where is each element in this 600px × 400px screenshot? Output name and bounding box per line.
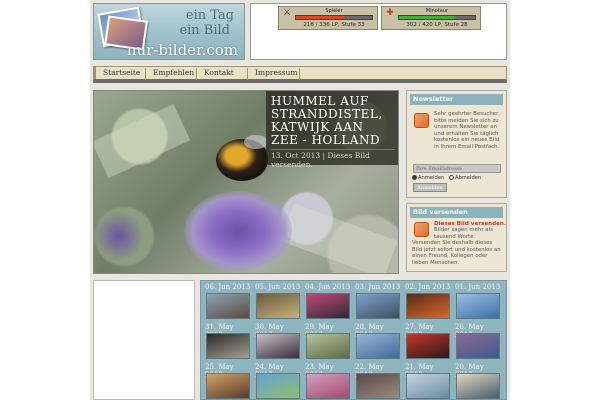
logo-text-line2: ein Bild (179, 23, 230, 38)
gallery-thumbnail[interactable] (256, 373, 300, 399)
gallery-thumbnail[interactable] (256, 293, 300, 319)
send-image-header: Bild versenden (410, 207, 503, 218)
send-image-description: Versenden Sie deshalb dieses Bild jetzt … (412, 240, 501, 266)
enemy-health-fill (399, 16, 454, 19)
gallery-thumbnail[interactable] (406, 293, 450, 319)
gallery-item[interactable]: 02. Jun 2013 (405, 282, 451, 321)
send-image-text: Bilder sagen mehr als tausend Worte. (434, 227, 493, 240)
gallery-thumbnail[interactable] (306, 373, 350, 399)
logo-site-name: nur-bilder.com (126, 41, 238, 59)
gallery-item[interactable]: 25. May 2013 (205, 362, 251, 400)
rss-icon (414, 113, 429, 128)
player-health-fill (296, 16, 346, 19)
gallery-thumbnail[interactable] (456, 293, 500, 319)
gallery-item[interactable]: 06. Jun 2013 (205, 282, 251, 321)
gallery-item[interactable]: 22. May 2013 (355, 362, 401, 400)
gallery-thumbnail[interactable] (206, 373, 250, 399)
enemy-name: Minotaur (425, 8, 449, 14)
featured-image[interactable]: HUMMEL AUF STRANDDISTEL, KATWIJK AAN ZEE… (93, 90, 399, 274)
newsletter-email-input[interactable]: Ihre Emailadresse (413, 164, 501, 173)
gallery-thumbnail[interactable] (456, 333, 500, 359)
gallery-thumbnail[interactable] (256, 333, 300, 359)
hero-caption: HUMMEL AUF STRANDDISTEL, KATWIJK AAN ZEE… (266, 91, 398, 169)
image-archive-gallery: 06. Jun 2013 05. Jun 2013 04. Jun 2013 03. … (200, 280, 507, 400)
gallery-item-date[interactable]: 03. Jun 2013 (355, 283, 401, 291)
send-image-box: Bild versenden Dieses Bild versenden. Bi… (406, 203, 507, 272)
gallery-item[interactable]: 20. May 2013 (455, 362, 501, 400)
gallery-item[interactable]: 24. May 2013 (255, 362, 301, 400)
gallery-item-date[interactable]: 06. Jun 2013 (205, 283, 251, 291)
gallery-item[interactable]: 27. May 2013 (405, 322, 451, 361)
player-emblem-icon: ⚔ (282, 8, 292, 18)
newsletter-text: Sehr geehrter Besucher, bitte melden Sie… (434, 111, 500, 150)
hero-thistle-flower (94, 211, 144, 261)
player-stats: 218 / 336 LP, Stufe 33 (303, 22, 365, 28)
gallery-item[interactable]: 31. May 2013 (205, 322, 251, 361)
player-status-bar: ⚔ Spieler 218 / 336 LP, Stufe 33 (278, 6, 378, 30)
gallery-thumbnail[interactable] (356, 333, 400, 359)
newsletter-submit-button[interactable]: Anmelden (413, 183, 447, 192)
unsubscribe-radio[interactable] (448, 175, 454, 180)
gallery-thumbnail[interactable] (356, 373, 400, 399)
nav-item-impressum[interactable]: Impressum (248, 68, 300, 80)
gallery-item-date[interactable]: 04. Jun 2013 (305, 283, 351, 291)
gallery-thumbnail[interactable] (206, 293, 250, 319)
gallery-item-date[interactable]: 01. Jun 2013 (455, 283, 501, 291)
gallery-item[interactable]: 29. May 2013 (305, 322, 351, 361)
gallery-thumbnail[interactable] (356, 293, 400, 319)
hero-title[interactable]: HUMMEL AUF STRANDDISTEL, KATWIJK AAN ZEE… (271, 95, 395, 147)
gallery-item[interactable]: 26. May 2013 (455, 322, 501, 361)
newsletter-box: Newsletter Sehr geehrter Besucher, bitte… (406, 90, 507, 198)
subscribe-radio[interactable] (412, 175, 417, 180)
gallery-item-date[interactable]: 02. Jun 2013 (405, 283, 451, 291)
hero-thistle-leaves (94, 103, 191, 179)
nav-item-startseite[interactable]: Startseite (96, 68, 146, 80)
gallery-item-date[interactable]: 05. Jun 2013 (255, 283, 301, 291)
enemy-status-bar: ✚ Minotaur 302 / 420 LP, Stufe 28 (381, 6, 481, 30)
gallery-thumbnail[interactable] (406, 373, 450, 399)
gallery-item[interactable]: 04. Jun 2013 (305, 282, 351, 321)
newsletter-options: Anmelden Abmelden (412, 175, 481, 181)
hero-thistle-leaves (280, 203, 398, 273)
gallery-item[interactable]: 01. Jun 2013 (455, 282, 501, 321)
empty-panel (93, 280, 195, 400)
gallery-item[interactable]: 30. May 2013 (255, 322, 301, 361)
envelope-icon (414, 222, 429, 237)
main-navigation: Startseite Empfehlen Kontakt Impressum (93, 66, 507, 83)
gallery-thumbnail[interactable] (406, 333, 450, 359)
gallery-item[interactable]: 03. Jun 2013 (355, 282, 401, 321)
gallery-item[interactable]: 28. May 2013 (355, 322, 401, 361)
game-status-panel: ⚔ Spieler 218 / 336 LP, Stufe 33 ✚ Minot… (250, 3, 507, 60)
hero-thistle-flower (184, 191, 292, 271)
hero-bee-wing (244, 135, 268, 149)
newsletter-header: Newsletter (410, 94, 503, 105)
gallery-thumbnail[interactable] (456, 373, 500, 399)
gallery-item[interactable]: 05. Jun 2013 (255, 282, 301, 321)
player-name: Spieler (325, 8, 343, 14)
gallery-thumbnail[interactable] (306, 293, 350, 319)
subscribe-label: Anmelden (418, 175, 445, 181)
enemy-emblem-icon: ✚ (386, 8, 394, 18)
site-logo[interactable]: ein Tag ein Bild nur-bilder.com (93, 3, 245, 60)
unsubscribe-label: Abmelden (454, 175, 482, 181)
enemy-health-track (398, 15, 476, 20)
gallery-thumbnail[interactable] (306, 333, 350, 359)
logo-text-line1: ein Tag (185, 8, 234, 23)
gallery-item[interactable]: 21. May 2013 (405, 362, 451, 400)
gallery-thumbnail[interactable] (206, 333, 250, 359)
hero-subtitle[interactable]: 13. Oct 2013 | Dieses Bild versenden. (271, 149, 395, 169)
player-health-track (295, 15, 373, 20)
enemy-stats: 302 / 420 LP, Stufe 28 (406, 22, 468, 28)
nav-item-empfehlen[interactable]: Empfehlen (146, 68, 197, 80)
nav-item-kontakt[interactable]: Kontakt (197, 68, 248, 80)
gallery-item[interactable]: 23. May 2013 (305, 362, 351, 400)
